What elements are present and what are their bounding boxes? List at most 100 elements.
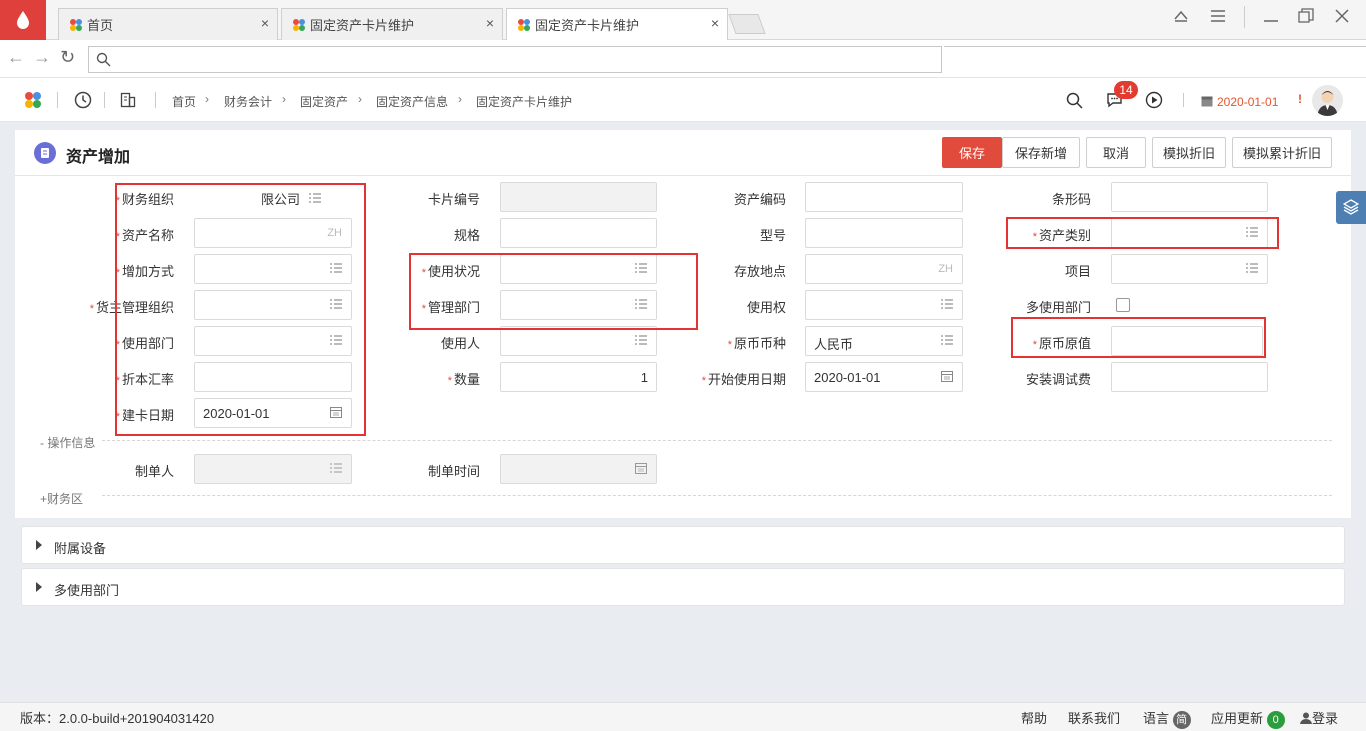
quantity-input[interactable]: 1 xyxy=(500,362,657,392)
breadcrumb-home[interactable]: 首页 xyxy=(172,93,196,110)
save-new-button[interactable]: 保存新增 xyxy=(1002,137,1080,168)
start-date-input[interactable]: 2020-01-01 xyxy=(805,362,963,392)
breadcrumb-fixed-assets[interactable]: 固定资产 xyxy=(300,93,348,110)
asset-code-input[interactable] xyxy=(805,182,963,212)
forward-icon[interactable]: → xyxy=(33,47,51,68)
multi-dept-checkbox[interactable] xyxy=(1116,298,1130,312)
reload-icon[interactable]: ↻ xyxy=(60,47,75,68)
form-title-bar xyxy=(15,130,1351,176)
panel-title: 附属设备 xyxy=(54,541,107,556)
ops-info-toggle[interactable]: - 操作信息 xyxy=(40,434,95,451)
user-select[interactable] xyxy=(500,326,657,356)
model-input[interactable] xyxy=(805,218,963,248)
tab-label: 固定资产卡片维护 xyxy=(310,18,415,33)
restore-icon[interactable] xyxy=(1298,8,1314,24)
contact-link[interactable]: 联系我们 xyxy=(1068,708,1120,727)
model-label: 型号 xyxy=(759,228,786,243)
spec-input[interactable] xyxy=(500,218,657,248)
project-select[interactable] xyxy=(1111,254,1268,284)
list-icon[interactable] xyxy=(941,298,953,310)
tab-asset-card-2[interactable]: 固定资产卡片维护 × xyxy=(506,8,728,40)
language-badge: 简 xyxy=(1172,711,1191,729)
document-icon xyxy=(34,142,56,164)
address-extension-area xyxy=(944,46,1366,73)
chevron-right-icon: › xyxy=(205,92,209,106)
simulate-depreciation-button[interactable]: 模拟折旧 xyxy=(1152,137,1226,168)
caret-right-icon xyxy=(36,540,42,550)
alert-mark: ! xyxy=(1298,92,1302,106)
history-icon[interactable] xyxy=(74,91,92,109)
window-close-icon[interactable] xyxy=(1334,8,1350,24)
help-link[interactable]: 帮助 xyxy=(1021,708,1047,727)
use-right-select[interactable] xyxy=(805,290,963,320)
tab-asset-card-1[interactable]: 固定资产卡片维护 × xyxy=(281,8,503,40)
divider xyxy=(102,495,1332,496)
location-input[interactable]: ZH xyxy=(805,254,963,284)
calendar-icon[interactable] xyxy=(941,370,953,382)
user-label: 使用人 xyxy=(440,336,480,351)
location-label: 存放地点 xyxy=(733,264,786,279)
cancel-button[interactable]: 取消 xyxy=(1086,137,1146,168)
layers-icon xyxy=(1343,199,1359,215)
breadcrumb-asset-info[interactable]: 固定资产信息 xyxy=(376,93,448,110)
creator-label: 制单人 xyxy=(134,464,174,479)
divider xyxy=(102,440,1332,441)
quantity-value: 1 xyxy=(640,370,648,385)
install-fee-input[interactable] xyxy=(1111,362,1268,392)
minimize-icon[interactable] xyxy=(1263,9,1279,23)
accessory-equipment-panel[interactable]: 附属设备 xyxy=(21,526,1345,564)
back-icon[interactable]: ← xyxy=(7,47,25,68)
start-date-label: * 开始使用日期 xyxy=(701,372,786,387)
message-count-badge: 14 xyxy=(1114,81,1138,99)
list-icon[interactable] xyxy=(1246,262,1258,274)
create-time-input xyxy=(500,454,657,484)
multi-dept-panel[interactable]: 多使用部门 xyxy=(21,568,1345,606)
list-icon[interactable] xyxy=(635,334,647,346)
user-center-icon[interactable] xyxy=(1173,9,1189,23)
simulate-accumulated-depreciation-button[interactable]: 模拟累计折旧 xyxy=(1232,137,1332,168)
browser-logo[interactable] xyxy=(0,0,46,40)
avatar[interactable] xyxy=(1312,85,1343,116)
currency-label: * 原币币种 xyxy=(727,336,786,351)
login-link[interactable]: 登录 xyxy=(1300,708,1338,727)
create-time-label: 制单时间 xyxy=(427,464,480,479)
app-logo-icon[interactable] xyxy=(24,91,42,109)
business-date[interactable]: 2020-01-01 xyxy=(1217,95,1278,109)
close-icon[interactable]: × xyxy=(261,15,269,31)
tab-label: 固定资产卡片维护 xyxy=(535,18,640,33)
user-icon xyxy=(1300,712,1312,724)
close-icon[interactable]: × xyxy=(486,15,494,31)
calendar-icon xyxy=(1201,96,1213,107)
play-icon[interactable] xyxy=(1145,91,1163,109)
breadcrumb-finance[interactable]: 财务会计 xyxy=(224,93,272,110)
menu-icon[interactable] xyxy=(1210,9,1226,23)
install-fee-label: 安装调试费 xyxy=(1025,372,1091,387)
project-label: 项目 xyxy=(1064,264,1091,279)
user-avatar-icon xyxy=(1317,91,1338,116)
url-input[interactable] xyxy=(88,46,942,73)
currency-value: 人民币 xyxy=(814,337,854,352)
panel-title: 多使用部门 xyxy=(54,583,120,598)
pinwheel-icon xyxy=(518,19,530,31)
list-icon xyxy=(330,463,342,473)
search-icon[interactable] xyxy=(1066,92,1083,109)
save-button[interactable]: 保存 xyxy=(942,137,1002,168)
tab-home[interactable]: 首页 × xyxy=(58,8,278,40)
barcode-input[interactable] xyxy=(1111,182,1268,212)
currency-select[interactable]: 人民币 xyxy=(805,326,963,356)
updates-link[interactable]: 应用更新 0 xyxy=(1211,708,1285,729)
close-icon[interactable]: × xyxy=(711,15,719,31)
highlight-box xyxy=(115,183,366,436)
card-no-label: 卡片编号 xyxy=(427,192,480,207)
page-title: 资产增加 xyxy=(66,149,131,166)
highlight-box xyxy=(1011,317,1266,358)
list-icon[interactable] xyxy=(941,334,953,346)
side-layers-tab[interactable] xyxy=(1336,191,1366,224)
language-link[interactable]: 语言 简 xyxy=(1143,708,1191,729)
finance-section-toggle[interactable]: +财务区 xyxy=(40,490,83,507)
app-logo-icon xyxy=(17,11,29,29)
building-icon[interactable] xyxy=(120,92,136,108)
version-text: 版本：2.0.0-build+201904031420 xyxy=(20,711,215,726)
divider xyxy=(155,92,156,108)
divider xyxy=(104,92,105,108)
